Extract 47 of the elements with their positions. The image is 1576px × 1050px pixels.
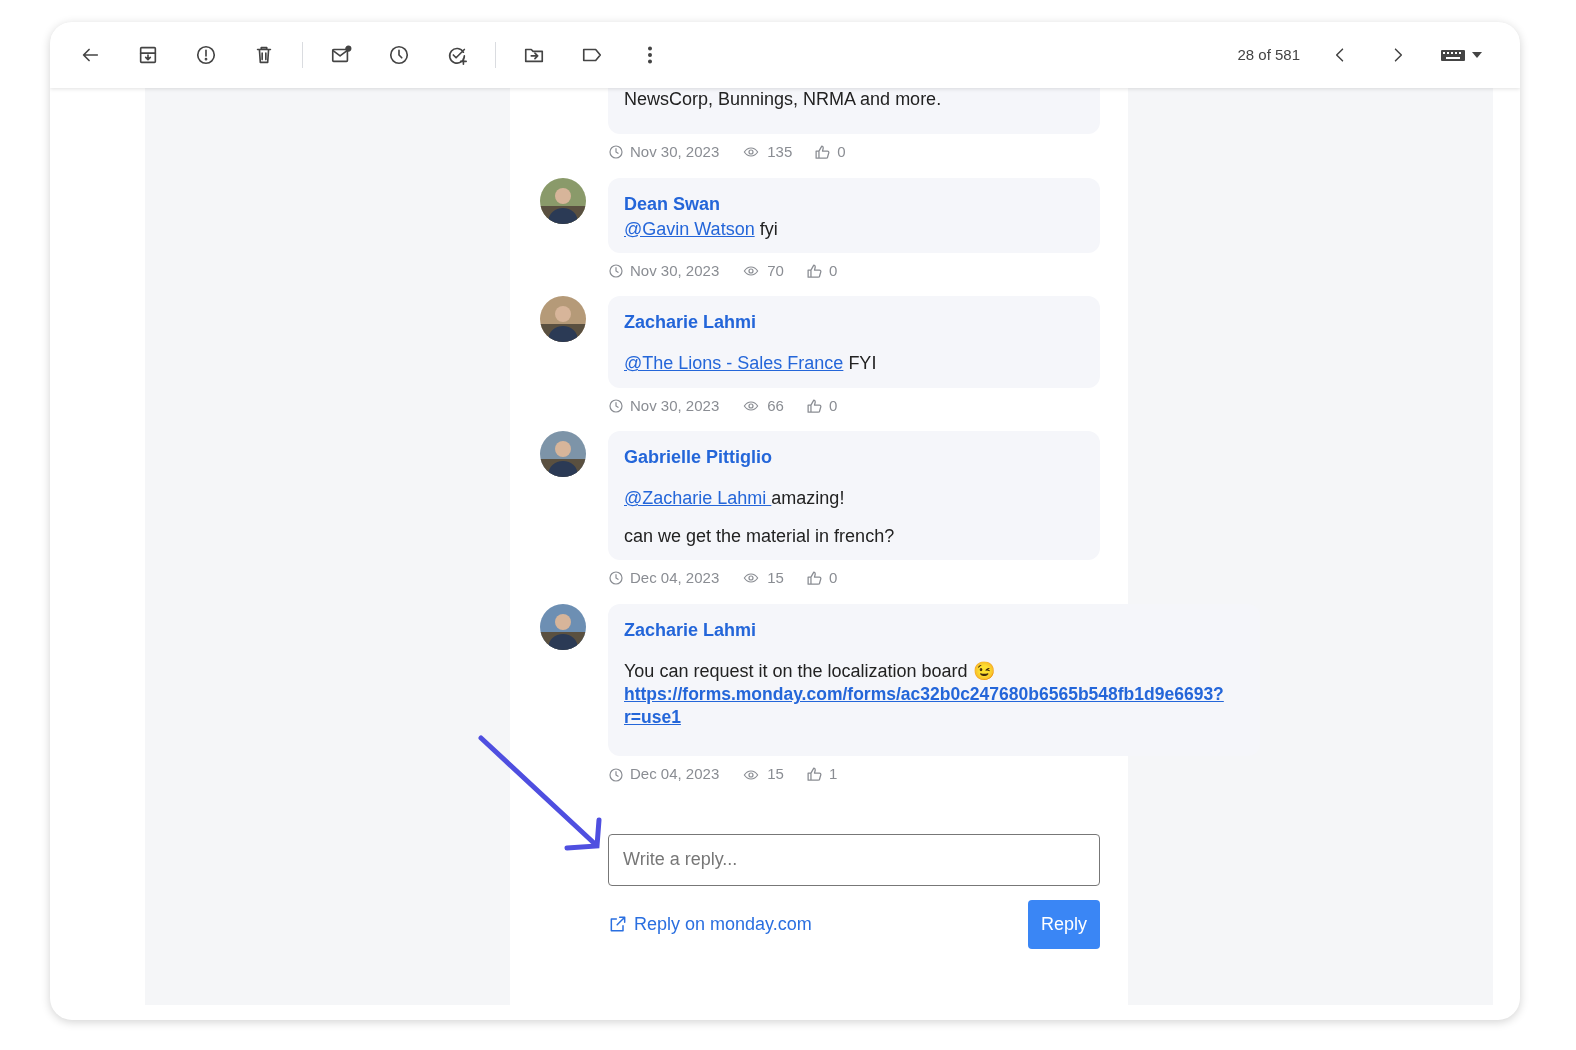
like-count: 0 (828, 260, 838, 281)
archive-icon[interactable] (137, 44, 159, 66)
mention-link[interactable]: @Gavin Watson (624, 218, 755, 239)
page-counter: 28 of 581 (1237, 44, 1300, 65)
url-link[interactable]: https://forms.monday.com/forms/ac32b0c247680b6565b548fb1d9e6693?r=use1 (624, 682, 1244, 729)
like-count: 0 (828, 568, 838, 589)
view-count: 135 (767, 142, 793, 162)
post-date: Dec 04, 2023 (630, 764, 720, 785)
message-text: fyi (758, 218, 778, 239)
thumbs-up-icon[interactable] (814, 143, 832, 161)
clock-icon (608, 398, 624, 415)
clock-icon (608, 144, 624, 161)
clock-icon (608, 766, 624, 783)
mention-link[interactable]: @Zacharie Lahmi (624, 488, 772, 509)
like-count: 1 (828, 764, 838, 785)
author-name: Zacharie Lahmi (624, 618, 758, 642)
clock-icon (608, 263, 624, 280)
post-date: Nov 30, 2023 (630, 395, 720, 416)
message-text: You can request it on the localization board 😉 (624, 660, 995, 681)
message-text: amazing! (771, 488, 845, 509)
clock-icon[interactable] (388, 44, 410, 66)
clock-icon (608, 570, 624, 587)
view-count: 70 (767, 260, 784, 281)
thumbs-up-icon[interactable] (805, 766, 823, 784)
mention-link[interactable]: @The Lions - Sales France (624, 353, 844, 374)
thumbs-up-icon[interactable] (805, 569, 823, 587)
author-name: Dean Swan (624, 192, 722, 216)
view-count: 15 (767, 568, 784, 589)
message-text: can we get the material in french? (624, 525, 895, 546)
message-text: FYI (847, 353, 877, 374)
post-date: Nov 30, 2023 (630, 260, 720, 281)
author-name: Zacharie Lahmi (624, 311, 758, 335)
thumbs-up-icon[interactable] (805, 262, 823, 280)
keyboard-icon[interactable] (1439, 47, 1485, 63)
post-date: Nov 30, 2023 (630, 142, 720, 162)
message-text: NewsCorp, Bunnings, NRMA and more. (624, 89, 942, 109)
reply-field[interactable]: Write a reply... (608, 833, 1100, 886)
view-count: 15 (767, 764, 784, 785)
view-count: 66 (767, 395, 784, 416)
thumbs-up-icon[interactable] (805, 397, 823, 415)
report-icon[interactable] (195, 44, 217, 66)
post-date: Dec 04, 2023 (630, 568, 720, 589)
reply-link[interactable]: Reply on monday.com (608, 910, 812, 938)
like-count: 0 (828, 395, 838, 416)
reply-button[interactable]: Reply (1027, 899, 1100, 949)
like-count: 0 (837, 142, 846, 162)
author-name: Gabrielle Pittiglio (624, 446, 774, 470)
